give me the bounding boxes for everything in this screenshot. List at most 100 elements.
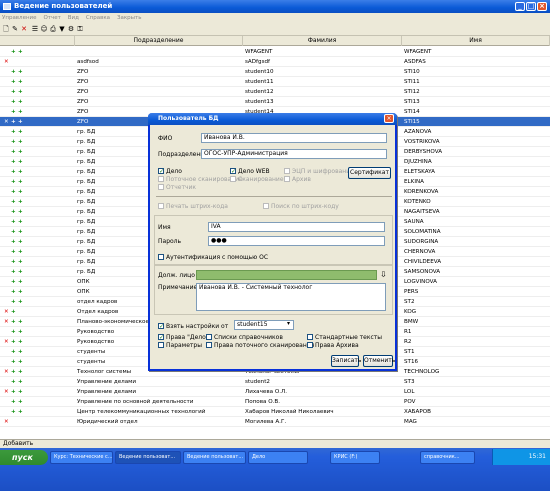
params-checkbox[interactable] <box>158 342 164 348</box>
menu-item-view[interactable]: Вид <box>68 15 79 21</box>
table-row[interactable]: + + Центр телекоммуникационных технологий Х… <box>0 407 550 417</box>
archive-rights-checkbox[interactable] <box>307 342 313 348</box>
start-button[interactable]: пуск <box>0 450 48 465</box>
scan-checkbox[interactable] <box>230 176 236 182</box>
maximize-button[interactable]: □ <box>526 2 536 11</box>
access-flag-icon: + <box>18 159 23 165</box>
table-row[interactable]: ✕ Юридический отдел Могилева А.Г. MAG <box>0 417 550 427</box>
search-barcode-label: Поиск по штрих-коду <box>271 203 339 210</box>
list-icon[interactable]: ☰ <box>31 25 39 33</box>
cell-firstname: STI15 <box>404 119 420 125</box>
certificate-button[interactable]: Сертификат <box>348 167 391 179</box>
new-icon[interactable]: 🗋 <box>2 25 10 33</box>
position-field[interactable] <box>196 270 377 280</box>
reports-checkbox[interactable] <box>158 184 164 190</box>
separator <box>156 196 392 197</box>
table-row[interactable]: + + Управление делами student2 ST3 <box>0 377 550 387</box>
cell-firstname: SAUNA <box>404 219 424 225</box>
cell-firstname: KORENKOVA <box>404 189 439 195</box>
menu-item-manage[interactable]: Управление <box>2 15 37 21</box>
cell-department: гр. БД <box>77 269 96 275</box>
cell-firstname: LOL <box>404 389 415 395</box>
take-from-select[interactable]: student15 <box>234 320 294 330</box>
cell-firstname: ELETSKAYA <box>404 169 435 175</box>
cell-department: студенты <box>77 349 106 355</box>
edit-icon[interactable]: ✎ <box>11 25 19 33</box>
access-flag-icon: + <box>18 339 23 345</box>
access-flag-icon: + <box>18 179 23 185</box>
pin-icon[interactable]: ⇩ <box>380 270 387 279</box>
table-row[interactable]: + + ZFO student11 STI11 <box>0 77 550 87</box>
minimize-button[interactable]: _ <box>515 2 525 11</box>
table-row[interactable]: + + ZFO student13 STI13 <box>0 97 550 107</box>
cell-department: Центр телекоммуникационных технологий <box>77 409 206 415</box>
cell-department: ZFO <box>77 99 89 105</box>
std-texts-checkbox[interactable] <box>307 334 313 340</box>
cell-firstname: KOG <box>404 309 417 315</box>
taskbar-button-users-active[interactable]: Ведение пользоват... <box>115 451 181 464</box>
cell-lastname: Лихачева О.Л. <box>245 389 287 395</box>
search-barcode-checkbox[interactable] <box>263 203 269 209</box>
taskbar-button-delo[interactable]: Дело <box>248 451 308 464</box>
table-row[interactable]: + + WFAGENT WFAGENT <box>0 47 550 57</box>
settings-icon[interactable]: ⚙ <box>67 25 75 33</box>
menu-item-help[interactable]: Справка <box>86 15 110 21</box>
cell-firstname: VOSTRIKOVA <box>404 139 440 145</box>
table-row[interactable]: ✕ asdfsod sADfgsdf ASDFAS <box>0 57 550 67</box>
dialog-close-button[interactable]: × <box>384 114 394 123</box>
rights-delo-checkbox[interactable]: ✓ <box>158 334 164 341</box>
cell-department: гр. БД <box>77 209 96 215</box>
delete-icon[interactable]: ✕ <box>20 25 28 33</box>
fio-field[interactable]: Иванова И.В. <box>201 133 387 143</box>
cell-firstname: DJUZHINA <box>404 159 432 165</box>
cell-firstname: CHERNOVA <box>404 249 436 255</box>
archive-checkbox[interactable] <box>284 176 290 182</box>
cell-lastname: student13 <box>245 99 274 105</box>
taskbar-button-kris[interactable]: КРИС (F:) <box>330 451 380 464</box>
cell-firstname: R1 <box>404 329 412 335</box>
take-settings-checkbox[interactable]: ✓ <box>158 323 164 330</box>
eds-checkbox[interactable] <box>284 168 290 174</box>
take-settings-label: Взять настройки от <box>166 323 229 330</box>
users-icon[interactable]: ☺ <box>40 25 48 33</box>
menu-item-close[interactable]: Закрыть <box>117 15 142 21</box>
taskbar-button-course[interactable]: Курс: Технические с... <box>50 451 113 464</box>
note-field[interactable]: Иванова И.В. - Системный технолог <box>196 283 386 311</box>
disabled-flag-icon: ✕ <box>4 119 9 125</box>
cell-firstname: ELKINA <box>404 179 424 185</box>
access-flag-icon: + <box>11 79 16 85</box>
taskbar-button-users-2[interactable]: Ведение пользоват... <box>183 451 246 464</box>
dept-field[interactable]: ОГОС-УПР-Администрация <box>201 149 387 159</box>
ref-lists-checkbox[interactable] <box>206 334 212 340</box>
print-icon[interactable]: ⎙ <box>49 25 57 33</box>
password-field[interactable]: ●●● <box>208 236 385 246</box>
user-dialog: Пользователь БД × ФИО Иванова И.В. Подра… <box>148 113 397 371</box>
os-auth-checkbox[interactable] <box>158 254 164 260</box>
cancel-button[interactable]: Отменить <box>363 355 395 367</box>
chevron-down-icon[interactable]: ▾ <box>287 320 290 327</box>
table-row[interactable]: + + Управление по основной деятельности Поп… <box>0 397 550 407</box>
delo-checkbox[interactable]: ✓ <box>158 168 164 175</box>
print-barcode-checkbox[interactable] <box>158 203 164 209</box>
taskbar-button-reference[interactable]: справочник... <box>420 451 475 464</box>
note-label: Примечание <box>158 284 198 291</box>
login-name-field[interactable]: IVA <box>208 222 385 232</box>
col-header-dept[interactable]: Подразделение <box>75 36 243 46</box>
cell-firstname: DERBYSHOVA <box>404 149 443 155</box>
col-header-firstname[interactable]: Имя <box>402 36 550 46</box>
table-row[interactable]: + + ZFO student12 STI12 <box>0 87 550 97</box>
table-row[interactable]: ✕ + + Управление делами Лихачева О.Л. LOL <box>0 387 550 397</box>
filter-icon[interactable]: ▼ <box>58 25 66 33</box>
cell-department: отдел кадров <box>77 299 118 305</box>
table-row[interactable]: + + ZFO student10 STI10 <box>0 67 550 77</box>
delo-web-checkbox[interactable]: ✓ <box>230 168 236 175</box>
stream-checkbox[interactable] <box>158 176 164 182</box>
save-button[interactable]: Записать <box>331 355 361 367</box>
close-button[interactable]: × <box>537 2 547 11</box>
access-flag-icon: + <box>11 139 16 145</box>
stream-rights-checkbox[interactable] <box>206 342 212 348</box>
col-header-lastname[interactable]: Фамилия <box>243 36 402 46</box>
menu-item-report[interactable]: Отчет <box>43 15 60 21</box>
key-icon[interactable]: ⚿ <box>76 25 84 33</box>
cell-department: ZFO <box>77 69 89 75</box>
